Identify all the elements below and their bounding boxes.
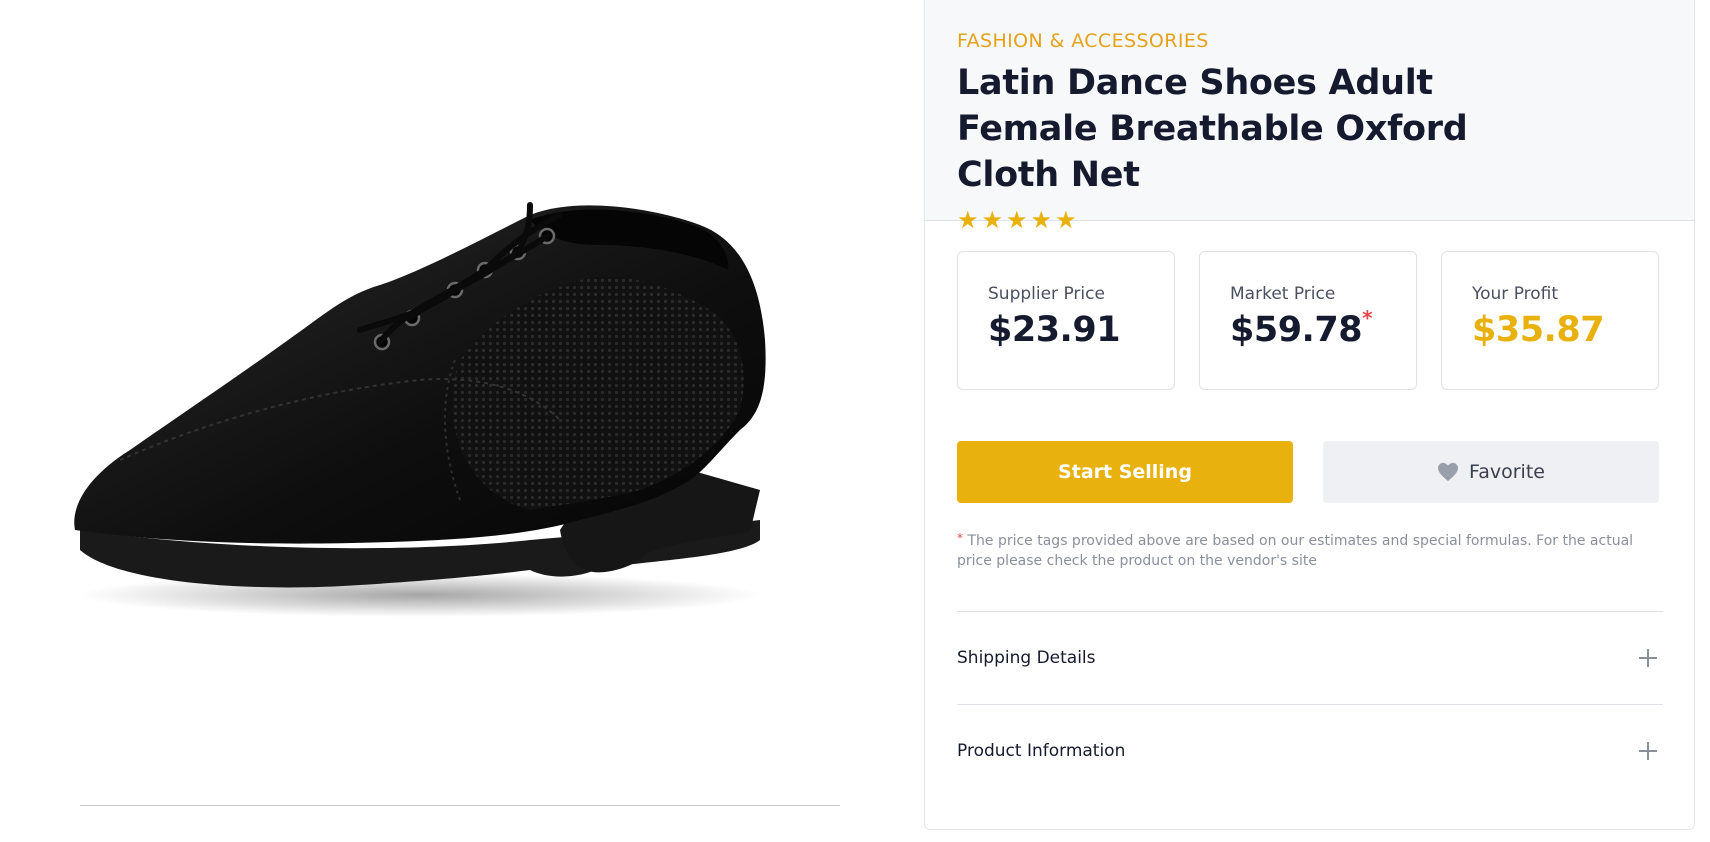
- market-price-box: Market Price $59.78*: [1199, 251, 1417, 390]
- plus-icon[interactable]: [1639, 742, 1657, 760]
- profit-label: Your Profit: [1472, 284, 1559, 304]
- product-page: FASHION & ACCESSORIES Latin Dance Shoes …: [0, 0, 1710, 842]
- star-icon: ★: [981, 206, 1004, 234]
- supplier-price-box: Supplier Price $23.91: [957, 251, 1175, 390]
- plus-icon[interactable]: [1639, 649, 1657, 667]
- start-selling-button[interactable]: Start Selling: [957, 441, 1293, 503]
- product-body: Supplier Price $23.91 Market Price $59.7…: [925, 221, 1694, 797]
- star-icon: ★: [1055, 206, 1077, 234]
- product-category[interactable]: FASHION & ACCESSORIES: [957, 30, 1664, 52]
- market-price-asterisk: *: [1362, 306, 1373, 330]
- action-buttons: Start Selling Favorite: [957, 441, 1663, 503]
- product-header: FASHION & ACCESSORIES Latin Dance Shoes …: [925, 0, 1694, 232]
- shipping-details-label: Shipping Details: [957, 648, 1096, 668]
- shipping-details-toggle[interactable]: Shipping Details: [957, 611, 1663, 704]
- product-image[interactable]: [60, 200, 860, 640]
- star-icon: ★: [957, 206, 979, 234]
- favorite-label: Favorite: [1469, 461, 1545, 483]
- gallery-divider: [80, 805, 840, 806]
- market-price-label: Market Price: [1230, 284, 1336, 304]
- profit-box: Your Profit $35.87: [1441, 251, 1659, 390]
- product-information-toggle[interactable]: Product Information: [957, 704, 1663, 797]
- heart-icon: [1437, 462, 1459, 482]
- start-selling-label: Start Selling: [1058, 461, 1192, 483]
- product-title: Latin Dance Shoes Adult Female Breathabl…: [957, 63, 1468, 195]
- disclaimer-text: The price tags provided above are based …: [957, 533, 1634, 569]
- product-gallery: [0, 0, 900, 842]
- supplier-price-value: $23.91: [988, 310, 1121, 350]
- price-row: Supplier Price $23.91 Market Price $59.7…: [957, 251, 1663, 390]
- details-accordion: Shipping Details Product Information: [957, 611, 1663, 797]
- product-information-label: Product Information: [957, 741, 1126, 761]
- supplier-price-label: Supplier Price: [988, 284, 1105, 304]
- favorite-button[interactable]: Favorite: [1323, 441, 1659, 503]
- disclaimer-asterisk: *: [957, 531, 963, 545]
- product-card: FASHION & ACCESSORIES Latin Dance Shoes …: [924, 0, 1695, 830]
- profit-value: $35.87: [1472, 310, 1605, 350]
- price-disclaimer: * The price tags provided above are base…: [957, 531, 1657, 571]
- market-price-value: $59.78: [1230, 310, 1363, 350]
- market-price-value-wrap: $59.78*: [1230, 306, 1416, 350]
- star-icon: ★: [1030, 206, 1053, 234]
- star-icon: ★: [1006, 206, 1028, 234]
